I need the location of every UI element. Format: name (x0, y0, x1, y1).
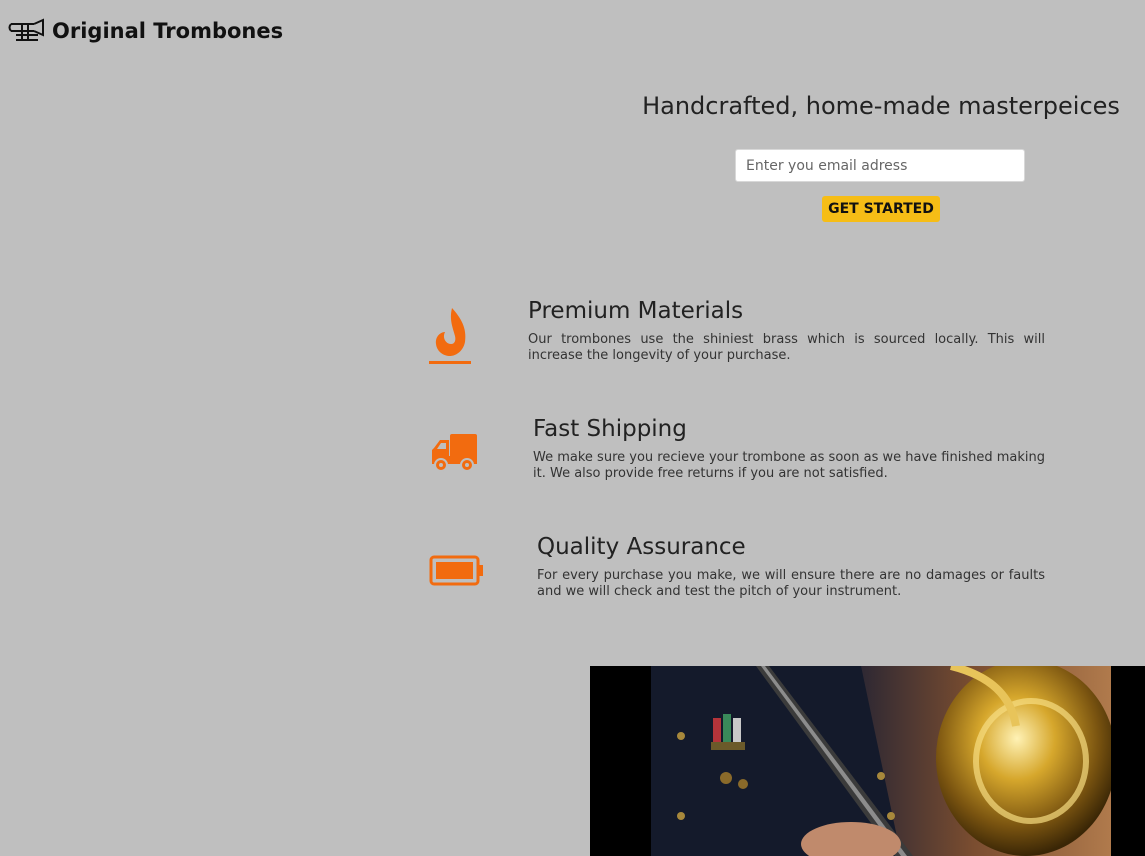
fire-icon (429, 308, 471, 364)
feature-fast-shipping: Fast Shipping We make sure you recieve y… (425, 416, 1045, 506)
trombone-video-thumbnail (651, 666, 1111, 856)
feature-title: Premium Materials (528, 298, 744, 324)
email-input[interactable] (735, 149, 1025, 182)
get-started-button[interactable]: GET STARTED (822, 196, 940, 222)
feature-text: Fast Shipping We make sure you recieve y… (533, 416, 1045, 482)
site-header: Original Trombones (8, 14, 283, 48)
feature-description: Our trombones use the shiniest brass whi… (528, 331, 1045, 363)
feature-text: Quality Assurance For every purchase you… (537, 534, 1045, 600)
signup-hero: Handcrafted, home-made masterpeices GET … (640, 92, 1122, 222)
brand-name[interactable]: Original Trombones (52, 19, 283, 43)
video-player[interactable] (590, 666, 1145, 856)
hero-title: Handcrafted, home-made masterpeices (642, 92, 1120, 120)
feature-title: Fast Shipping (533, 416, 687, 442)
feature-title: Quality Assurance (537, 534, 746, 560)
feature-quality-assurance: Quality Assurance For every purchase you… (425, 534, 1045, 624)
feature-description: For every purchase you make, we will ens… (537, 567, 1045, 599)
trombone-icon (8, 18, 44, 41)
truck-icon (432, 434, 477, 472)
battery-icon (429, 555, 483, 586)
feature-text: Premium Materials Our trombones use the … (528, 298, 1045, 364)
feature-description: We make sure you recieve your trombone a… (533, 449, 1045, 481)
feature-premium-materials: Premium Materials Our trombones use the … (425, 298, 1045, 388)
